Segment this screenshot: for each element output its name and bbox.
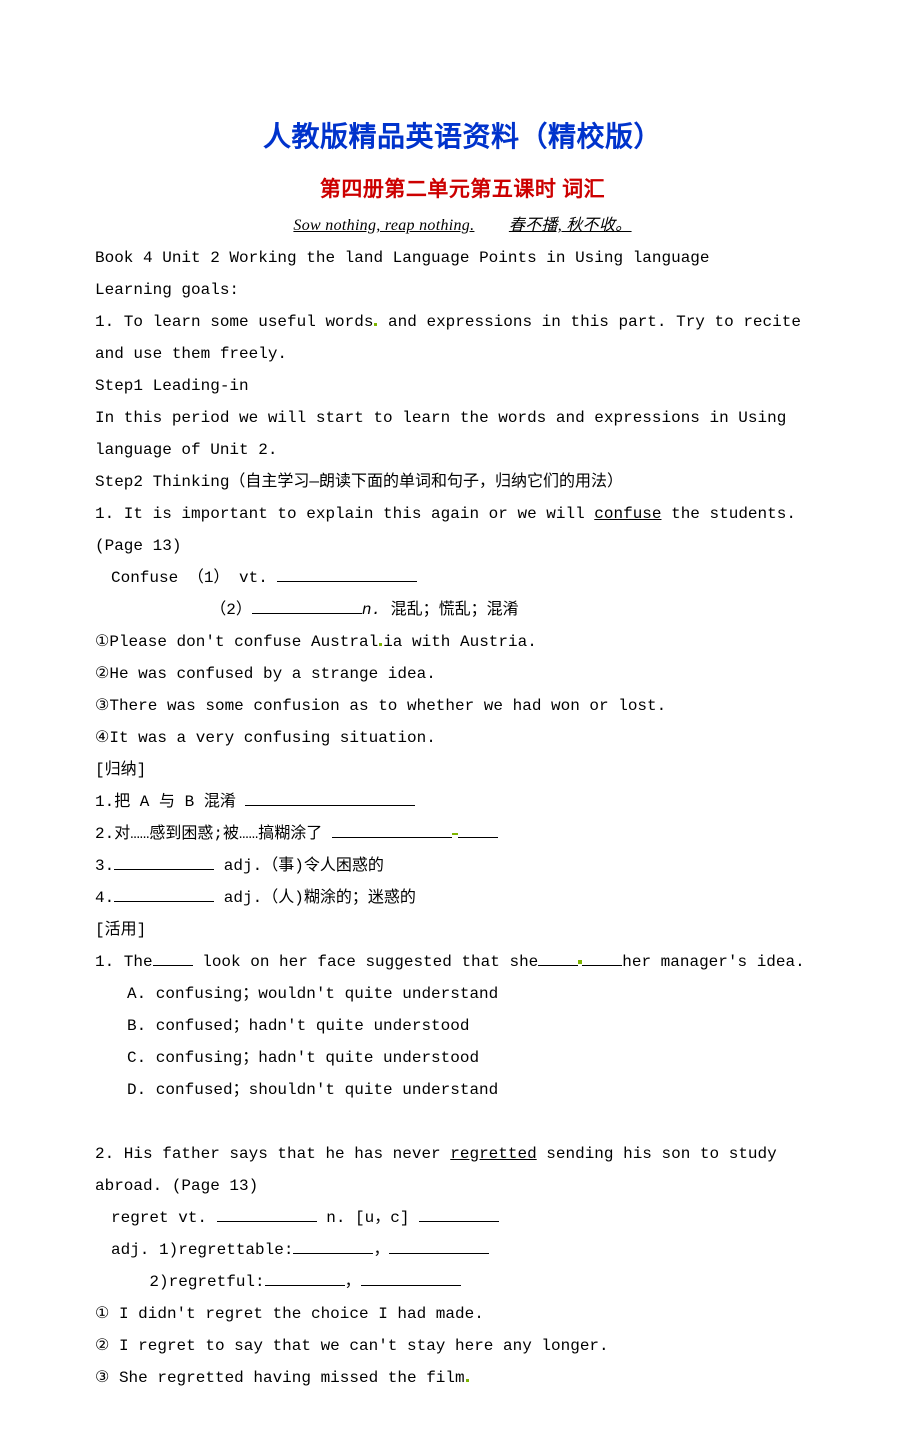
blank-line xyxy=(95,1106,830,1138)
motto-english: Sow nothing, reap nothing. xyxy=(293,217,474,234)
section-practice-label: [活用] xyxy=(95,914,830,946)
q2-regret-vt-n: regret vt. n. [u，c] xyxy=(95,1202,830,1234)
blank-field[interactable] xyxy=(114,853,214,870)
q1-underlined-confuse: confuse xyxy=(594,505,661,523)
q1-confuse-n: （2）n. 混乱；慌乱；混淆 xyxy=(95,594,830,626)
q2-adj-regretful: 2)regretful:， xyxy=(95,1266,830,1298)
blank-field[interactable] xyxy=(293,1237,373,1254)
blank-field[interactable] xyxy=(458,821,498,838)
option-a: A. confusing；wouldn't quite understand xyxy=(95,978,830,1010)
q2-example-3: ③ She regretted having missed the film xyxy=(95,1362,830,1394)
green-marker-icon xyxy=(466,1379,469,1382)
page-title-main: 人教版精品英语资料（精校版） xyxy=(95,110,830,166)
step1-label: Step1 Leading-in xyxy=(95,370,830,402)
blank-field[interactable] xyxy=(277,565,417,582)
blank-field[interactable] xyxy=(361,1269,461,1286)
blank-field[interactable] xyxy=(389,1237,489,1254)
book-unit-line: Book 4 Unit 2 Working the land Language … xyxy=(95,242,830,274)
q1-example-4: ④It was a very confusing situation. xyxy=(95,722,830,754)
section-summary-label: [归纳] xyxy=(95,754,830,786)
q1-example-2: ②He was confused by a strange idea. xyxy=(95,658,830,690)
blank-field[interactable] xyxy=(217,1205,317,1222)
summary-item-3: 3. adj.（事)令人困惑的 xyxy=(95,850,830,882)
blank-field[interactable] xyxy=(265,1269,345,1286)
summary-item-2: 2.对……感到困惑;被……搞糊涂了 xyxy=(95,818,830,850)
q1-example-1: ①Please don't confuse Australia with Aus… xyxy=(95,626,830,658)
summary-item-1: 1.把 A 与 B 混淆 xyxy=(95,786,830,818)
green-marker-icon xyxy=(379,643,382,646)
page-title-sub: 第四册第二单元第五课时 词汇 xyxy=(95,168,830,210)
part-of-speech-n: n. xyxy=(362,601,381,619)
blank-field[interactable] xyxy=(153,949,193,966)
q2-underlined-regretted: regretted xyxy=(450,1145,536,1163)
step1-text: In this period we will start to learn th… xyxy=(95,402,830,466)
q1-sentence: 1. It is important to explain this again… xyxy=(95,498,830,562)
q2-example-1: ① I didn't regret the choice I had made. xyxy=(95,1298,830,1330)
practice-question-1: 1. The look on her face suggested that s… xyxy=(95,946,830,978)
blank-field[interactable] xyxy=(582,949,622,966)
blank-field[interactable] xyxy=(538,949,578,966)
step2-label: Step2 Thinking（自主学习—朗读下面的单词和句子，归纳它们的用法） xyxy=(95,466,830,498)
q2-adj-regrettable: adj. 1)regrettable:， xyxy=(95,1234,830,1266)
q2-example-2: ② I regret to say that we can't stay her… xyxy=(95,1330,830,1362)
blank-field[interactable] xyxy=(114,885,214,902)
option-c: C. confusing；hadn't quite understood xyxy=(95,1042,830,1074)
motto-spacer xyxy=(479,217,505,234)
blank-field[interactable] xyxy=(252,597,362,614)
q1-example-3: ③There was some confusion as to whether … xyxy=(95,690,830,722)
blank-field[interactable] xyxy=(419,1205,499,1222)
summary-item-4: 4. adj.（人)糊涂的；迷惑的 xyxy=(95,882,830,914)
motto-line: Sow nothing, reap nothing. 春不播, 秋不收。 xyxy=(95,210,830,242)
option-b: B. confused；hadn't quite understood xyxy=(95,1010,830,1042)
learning-goals-label: Learning goals: xyxy=(95,274,830,306)
q2-sentence: 2. His father says that he has never reg… xyxy=(95,1138,830,1202)
blank-field[interactable] xyxy=(332,821,452,838)
blank-field[interactable] xyxy=(245,789,415,806)
q1-confuse-vt: Confuse （1） vt. xyxy=(95,562,830,594)
option-d: D. confused；shouldn't quite understand xyxy=(95,1074,830,1106)
green-marker-icon xyxy=(374,323,377,326)
motto-chinese: 春不播, 秋不收。 xyxy=(509,217,632,234)
learning-goal-1: 1. To learn some useful words and expres… xyxy=(95,306,830,370)
